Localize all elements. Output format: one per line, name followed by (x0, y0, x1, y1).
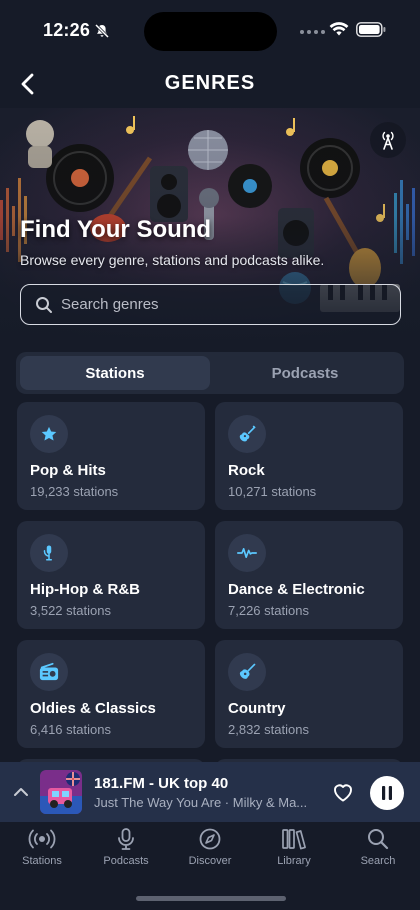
dynamic-island (144, 12, 277, 51)
genre-count: 2,832 stations (228, 722, 309, 737)
broadcast-icon (28, 829, 56, 849)
microphone-icon (30, 534, 68, 572)
search-icon (36, 296, 52, 313)
genre-count: 10,271 stations (228, 484, 317, 499)
header: GENRES (0, 60, 420, 108)
genre-name: Hip-Hop & R&B (30, 581, 140, 598)
tabbar-search[interactable]: Search (336, 828, 420, 867)
genre-card-rock[interactable]: Rock 10,271 stations (215, 402, 403, 510)
tabbar-stations[interactable]: Stations (0, 828, 84, 867)
genre-card-oldies-classics[interactable]: Oldies & Classics 6,416 stations (17, 640, 205, 748)
tab-label: Discover (188, 855, 232, 867)
cellular-signal-icon (300, 30, 325, 34)
station-artwork (40, 770, 82, 814)
radio-icon (30, 653, 68, 691)
bell-slash-icon (94, 23, 110, 39)
pause-button[interactable] (370, 776, 404, 810)
genre-card-country[interactable]: Country 2,832 stations (215, 640, 403, 748)
radio-tower-button[interactable] (370, 122, 406, 158)
tab-bar: Stations Podcasts Discover Library Searc… (0, 822, 420, 910)
segmented-control: Stations Podcasts (16, 352, 404, 394)
now-playing-title: 181.FM - UK top 40 (94, 775, 229, 792)
search-input[interactable] (61, 296, 361, 313)
genre-count: 19,233 stations (30, 484, 119, 499)
tabbar-podcasts[interactable]: Podcasts (84, 828, 168, 867)
genre-count: 7,226 stations (228, 603, 309, 618)
compass-icon (199, 828, 221, 850)
tab-label: Search (360, 855, 396, 867)
genre-grid: Pop & Hits 19,233 stations Rock 10,271 s… (17, 402, 403, 775)
hero-title: Find Your Sound (20, 216, 212, 243)
tab-stations[interactable]: Stations (20, 356, 210, 390)
genre-card-dance-electronic[interactable]: Dance & Electronic 7,226 stations (215, 521, 403, 629)
waveform-icon (228, 534, 266, 572)
wifi-icon (329, 22, 349, 36)
genre-count: 6,416 stations (30, 722, 111, 737)
tab-label: Podcasts (103, 855, 149, 867)
library-icon (282, 829, 306, 850)
tabbar-discover[interactable]: Discover (168, 828, 252, 867)
page-title: GENRES (164, 72, 256, 94)
genre-name: Rock (228, 462, 265, 479)
genre-name: Oldies & Classics (30, 700, 156, 717)
hero-banner: Find Your Sound Browse every genre, stat… (0, 108, 420, 348)
tabbar-library[interactable]: Library (252, 828, 336, 867)
tab-label: Stations (22, 855, 62, 867)
mini-player[interactable]: 181.FM - UK top 40 Just The Way You Are … (0, 762, 420, 822)
genre-card-hiphop-rnb[interactable]: Hip-Hop & R&B 3,522 stations (17, 521, 205, 629)
genre-name: Dance & Electronic (228, 581, 365, 598)
now-playing-subtitle: Just The Way You Are · Milky & Ma... (94, 795, 308, 810)
pause-icon (382, 786, 392, 800)
genre-card-pop-hits[interactable]: Pop & Hits 19,233 stations (17, 402, 205, 510)
star-icon (30, 415, 68, 453)
tab-podcasts[interactable]: Podcasts (210, 356, 400, 390)
hero-subtitle: Browse every genre, stations and podcast… (20, 252, 325, 268)
tab-label: Library (277, 855, 311, 867)
search-genres-field[interactable] (20, 284, 401, 325)
acoustic-guitar-icon (228, 653, 266, 691)
guitar-icon (228, 415, 266, 453)
genre-count: 3,522 stations (30, 603, 111, 618)
radio-tower-icon (382, 131, 394, 150)
battery-icon (356, 22, 386, 37)
genre-name: Country (228, 700, 286, 717)
status-bar: 12:26 (0, 0, 420, 60)
chevron-up-icon[interactable] (12, 784, 30, 800)
heart-icon[interactable] (331, 780, 355, 804)
microphone-icon (118, 828, 134, 850)
status-time: 12:26 (43, 20, 91, 40)
home-indicator (136, 896, 286, 901)
search-icon (368, 829, 389, 850)
genre-name: Pop & Hits (30, 462, 106, 479)
